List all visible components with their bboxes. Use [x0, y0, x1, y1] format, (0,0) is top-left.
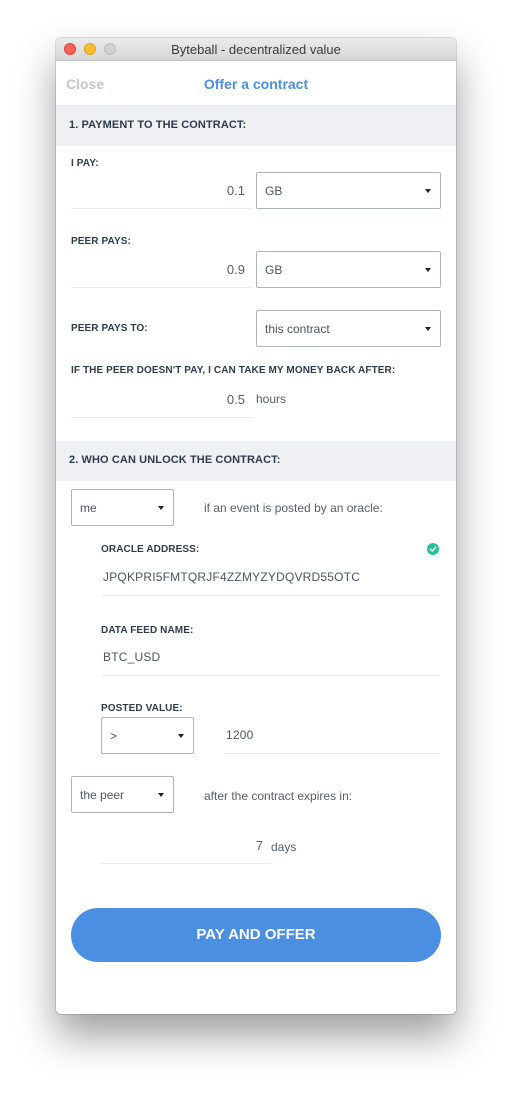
- section-unlock-title: 2. WHO CAN UNLOCK THE CONTRACT:: [69, 454, 281, 466]
- caret-down-icon: [178, 734, 184, 738]
- pay-and-offer-button[interactable]: PAY AND OFFER: [71, 908, 441, 962]
- feed-name-input[interactable]: BTC_USD: [101, 642, 440, 676]
- peer-pays-to-select[interactable]: this contract: [256, 310, 441, 347]
- party1-value: me: [80, 501, 97, 515]
- section-payment-title: 1. PAYMENT TO THE CONTRACT:: [69, 119, 247, 131]
- relation-value: >: [110, 729, 118, 743]
- caret-down-icon: [158, 506, 164, 510]
- party2-value: the peer: [80, 788, 125, 802]
- party2-select[interactable]: the peer: [71, 776, 174, 813]
- relation-select[interactable]: >: [101, 717, 194, 754]
- caret-down-icon: [425, 327, 431, 331]
- oracle-address-label: ORACLE ADDRESS:: [101, 544, 200, 555]
- peer-pays-to-value: this contract: [265, 322, 330, 336]
- page-title: Offer a contract: [203, 76, 309, 92]
- peer-pays-amount-input[interactable]: 0.9: [71, 252, 253, 288]
- peer-pays-to-label: PEER PAYS TO:: [71, 323, 148, 334]
- party2-condition-text: after the contract expires in:: [204, 789, 353, 803]
- window-title: Byteball - decentralized value: [171, 42, 341, 57]
- check-circle-icon: [427, 543, 439, 555]
- timeout-input[interactable]: 0.5: [71, 382, 253, 418]
- i-pay-asset-value: GB: [265, 184, 283, 198]
- pay-and-offer-label: PAY AND OFFER: [196, 926, 316, 943]
- feed-name-label: DATA FEED NAME:: [101, 625, 194, 636]
- i-pay-asset-select[interactable]: GB: [256, 172, 441, 209]
- posted-value-input[interactable]: 1200: [224, 720, 440, 754]
- caret-down-icon: [425, 189, 431, 193]
- peer-pays-amount-value: 0.9: [226, 262, 245, 277]
- caret-down-icon: [158, 793, 164, 797]
- title-bar: Byteball - decentralized value: [56, 38, 456, 61]
- expiry-input[interactable]: 7: [101, 828, 271, 864]
- posted-value-label: POSTED VALUE:: [101, 703, 183, 714]
- peer-pays-asset-select[interactable]: GB: [256, 251, 441, 288]
- peer-pays-asset-value: GB: [265, 263, 283, 277]
- posted-value-value: 1200: [226, 728, 254, 742]
- expiry-value: 7: [255, 838, 263, 853]
- section-payment-header: 1. PAYMENT TO THE CONTRACT:: [56, 106, 456, 146]
- oracle-address-input[interactable]: JPQKPRI5FMTQRJF4ZZMYZYDQVRD55OTC: [101, 562, 440, 596]
- oracle-address-value: JPQKPRI5FMTQRJF4ZZMYZYDQVRD55OTC: [103, 570, 361, 584]
- i-pay-label: I PAY:: [71, 158, 99, 169]
- i-pay-amount-input[interactable]: 0.1: [71, 173, 253, 209]
- timeout-unit: hours: [256, 392, 287, 406]
- app-window: Byteball - decentralized value Close Off…: [56, 38, 456, 1014]
- timeout-value: 0.5: [226, 392, 245, 407]
- peer-pays-label: PEER PAYS:: [71, 236, 131, 247]
- feed-name-value: BTC_USD: [103, 650, 161, 664]
- page-header: Close Offer a contract: [56, 61, 456, 106]
- timeout-label: IF THE PEER DOESN'T PAY, I CAN TAKE MY M…: [71, 365, 396, 376]
- caret-down-icon: [425, 268, 431, 272]
- section-unlock-header: 2. WHO CAN UNLOCK THE CONTRACT:: [56, 441, 456, 481]
- i-pay-amount-value: 0.1: [226, 183, 245, 198]
- party1-condition-text: if an event is posted by an oracle:: [204, 501, 383, 515]
- expiry-unit: days: [271, 840, 297, 854]
- party1-select[interactable]: me: [71, 489, 174, 526]
